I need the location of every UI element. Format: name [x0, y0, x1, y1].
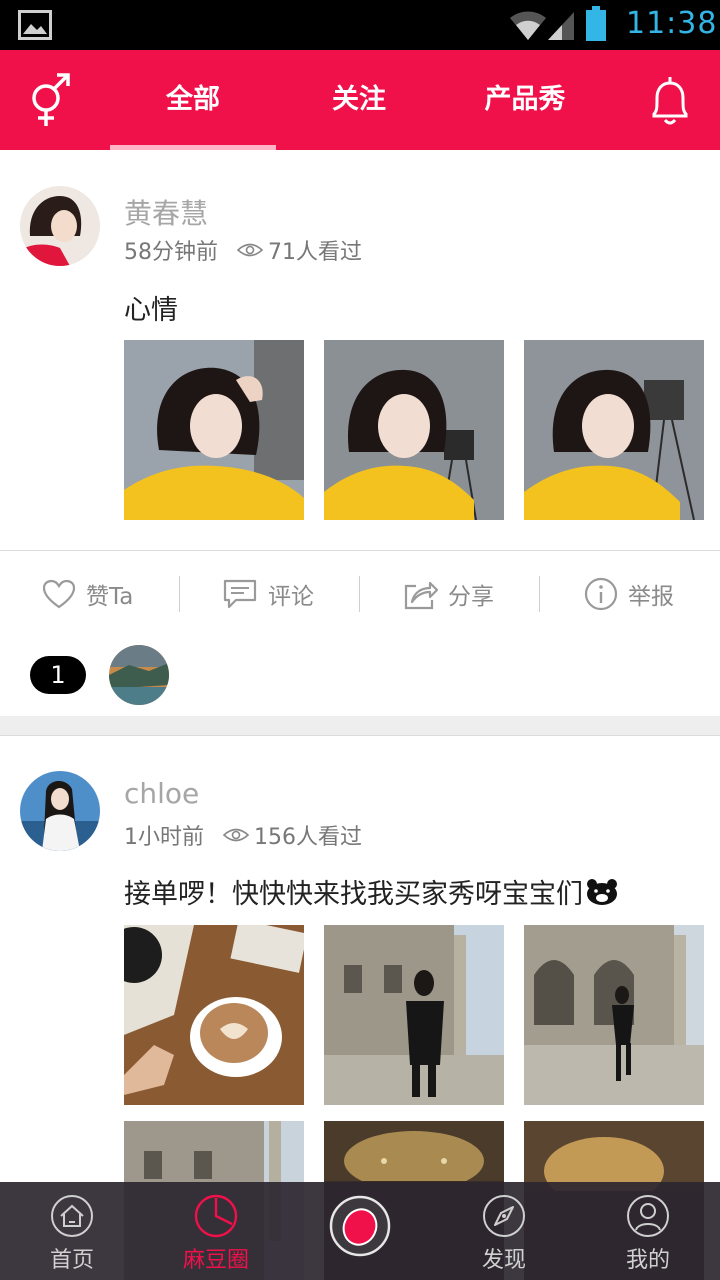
comment-icon [223, 579, 257, 609]
share-icon [404, 581, 438, 610]
username[interactable]: chloe [124, 777, 199, 810]
view-count: 156人看过 [254, 825, 362, 850]
action-separator [539, 576, 540, 612]
like-count-badge: 1 [30, 656, 86, 694]
post-card: chloe 1小时前 156人看过 接单啰！快快快来找我买家秀呀宝宝们 [0, 736, 720, 1280]
post-text: 心情 [124, 295, 178, 326]
post-time: 58分钟前 [124, 240, 218, 265]
bell-icon[interactable] [646, 74, 694, 128]
share-label: 分享 [448, 584, 494, 610]
gender-icon[interactable] [26, 72, 74, 128]
nav-home[interactable]: 首页 [0, 1182, 144, 1280]
tab-follow[interactable]: 关注 [276, 50, 442, 150]
nav-mine[interactable]: 我的 [576, 1182, 720, 1280]
post-text-row: 接单啰！快快快来找我买家秀呀宝宝们 [124, 872, 619, 911]
eye-icon [222, 828, 250, 842]
status-bar: 11:38 [0, 0, 720, 50]
top-tab-bar: 全部 关注 产品秀 [0, 50, 720, 150]
wifi-icon [510, 11, 546, 40]
nav-mine-label: 我的 [625, 1248, 670, 1273]
nav-circle[interactable]: 麻豆圈 [144, 1182, 288, 1280]
eye-icon [236, 243, 264, 257]
like-label: 赞Ta [86, 584, 134, 610]
status-clock: 11:38 [626, 6, 718, 41]
nav-home-label: 首页 [49, 1248, 94, 1273]
info-icon [584, 577, 618, 611]
tab-product-show[interactable]: 产品秀 [442, 50, 608, 150]
action-separator [179, 576, 180, 612]
user-icon [627, 1195, 669, 1237]
comment-button[interactable]: 评论 [222, 574, 314, 614]
bear-emoji-icon [587, 878, 617, 905]
post-meta: 58分钟前 71人看过 [124, 234, 362, 266]
post-image[interactable] [324, 340, 504, 520]
report-label: 举报 [628, 584, 674, 610]
report-button[interactable]: 举报 [584, 574, 674, 614]
nav-discover-label: 发现 [481, 1248, 526, 1273]
comment-label: 评论 [268, 584, 314, 610]
compass-icon [483, 1195, 525, 1237]
post-image[interactable] [124, 340, 304, 520]
liker-avatar[interactable] [109, 645, 169, 705]
post-image[interactable] [524, 925, 704, 1105]
view-count: 71人看过 [268, 240, 362, 265]
divider [0, 550, 720, 551]
picture-notification-icon [18, 10, 52, 40]
like-button[interactable]: 赞Ta [42, 574, 133, 614]
post-meta: 1小时前 156人看过 [124, 819, 362, 851]
avatar[interactable] [20, 186, 100, 266]
pie-chart-icon [194, 1194, 238, 1238]
battery-icon [586, 6, 606, 41]
post-image[interactable] [524, 340, 704, 520]
username[interactable]: 黄春慧 [124, 192, 208, 232]
post-text: 接单啰！快快快来找我买家秀呀宝宝们 [124, 879, 583, 910]
signal-icon [548, 12, 574, 40]
nav-discover[interactable]: 发现 [432, 1182, 576, 1280]
post-card: 黄春慧 58分钟前 71人看过 心情 [0, 150, 720, 716]
post-time: 1小时前 [124, 825, 204, 850]
publish-icon[interactable] [328, 1194, 392, 1258]
heart-icon [42, 579, 76, 609]
tab-all[interactable]: 全部 [110, 50, 276, 150]
share-button[interactable]: 分享 [402, 574, 494, 614]
post-image[interactable] [124, 925, 304, 1105]
nav-circle-label: 麻豆圈 [182, 1248, 249, 1273]
post-separator [0, 716, 720, 736]
avatar[interactable] [20, 771, 100, 851]
action-separator [359, 576, 360, 612]
post-image[interactable] [324, 925, 504, 1105]
home-icon [51, 1195, 93, 1237]
